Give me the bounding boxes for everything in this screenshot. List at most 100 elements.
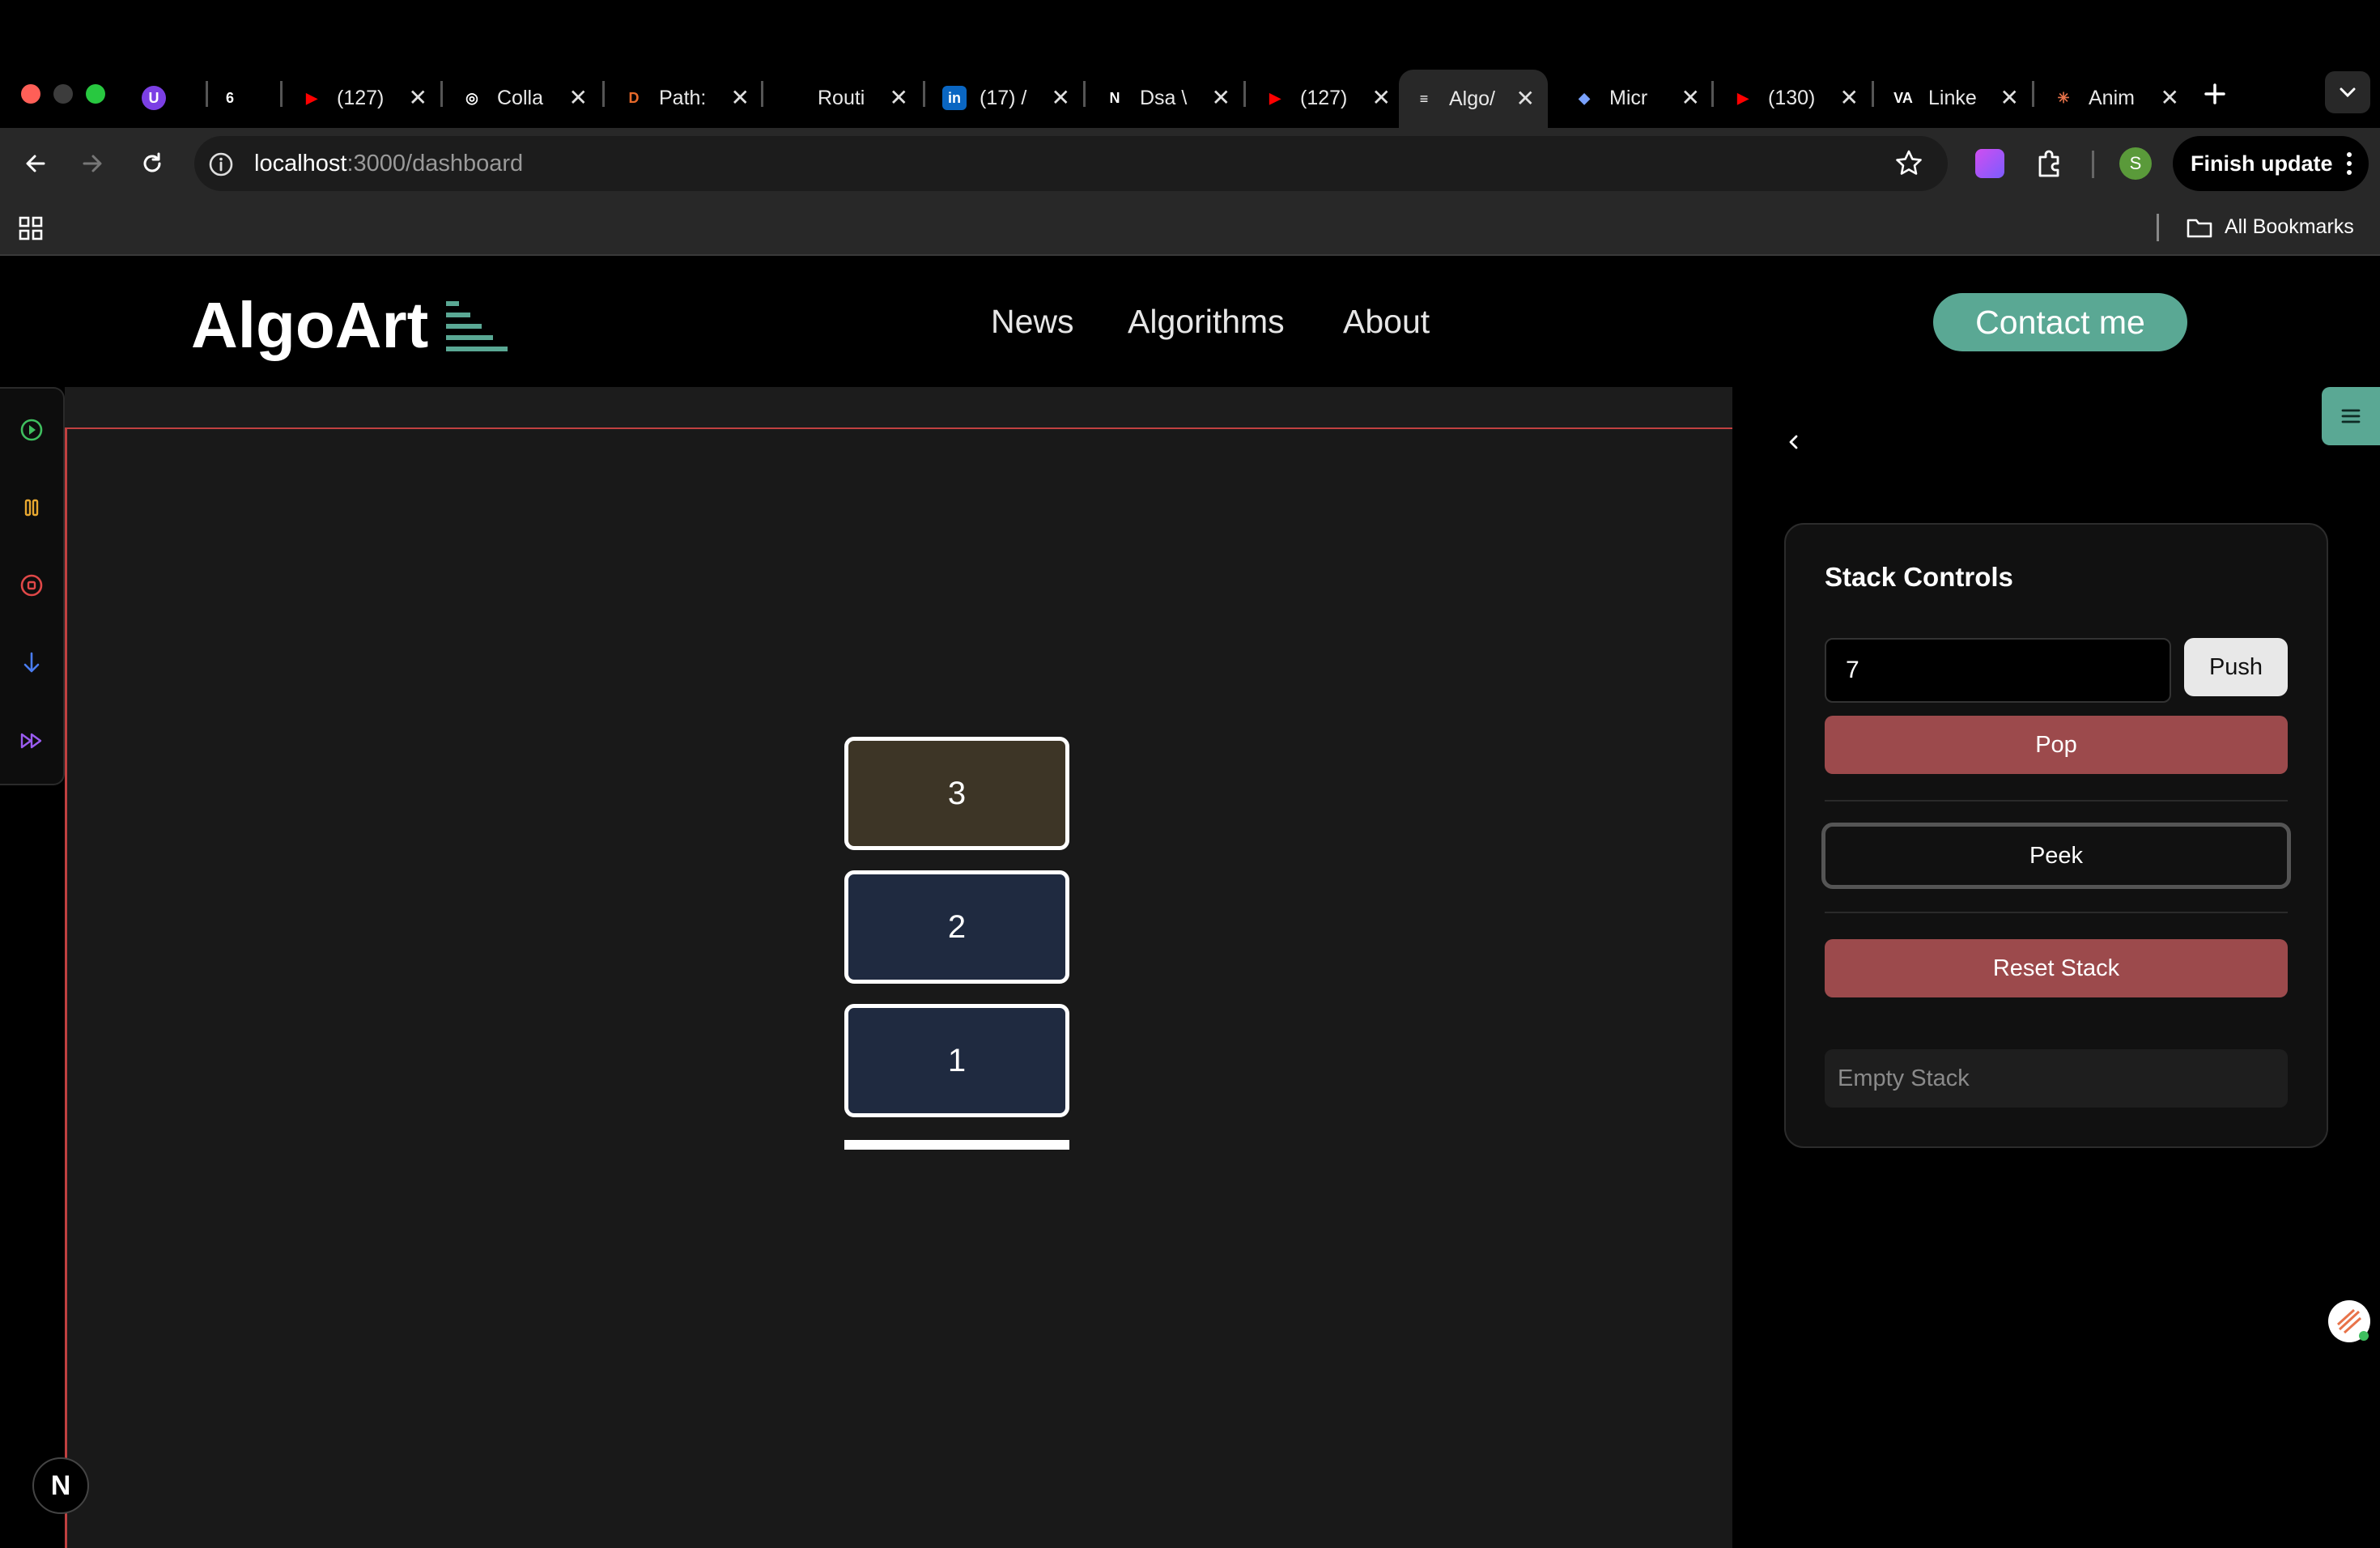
profile-avatar[interactable]: S <box>2119 147 2152 180</box>
all-bookmarks-label: All Bookmarks <box>2225 215 2354 238</box>
back-button[interactable] <box>16 144 55 183</box>
browser-tab[interactable]: ✳ Anim ✕ <box>2038 71 2192 125</box>
all-bookmarks-button[interactable]: All Bookmarks <box>2186 215 2354 239</box>
stack-base <box>844 1140 1069 1150</box>
browser-tab[interactable]: 6 <box>212 71 248 125</box>
close-tab-icon[interactable]: ✕ <box>1372 87 1391 109</box>
tab-title: Dsa \ <box>1140 86 1188 109</box>
bars-logo-icon <box>446 301 508 351</box>
forward-button[interactable] <box>73 144 112 183</box>
step-button[interactable] <box>15 646 49 680</box>
tab-separator <box>1872 81 1874 107</box>
site-info-icon[interactable] <box>207 151 235 178</box>
stack-item: 2 <box>844 870 1069 984</box>
push-value-input[interactable] <box>1825 638 2171 703</box>
tab-title: Anim <box>2089 86 2135 109</box>
browser-tab[interactable]: U <box>136 71 172 125</box>
tab-separator <box>2032 81 2034 107</box>
nav-news[interactable]: News <box>991 303 1074 341</box>
arrow-right-icon <box>83 155 102 172</box>
play-button[interactable] <box>15 413 49 447</box>
stack-item: 3 <box>844 737 1069 850</box>
push-button[interactable]: Push <box>2184 638 2288 696</box>
close-tab-icon[interactable]: ✕ <box>1840 87 1859 109</box>
browser-tab[interactable]: ◆ Micr ✕ <box>1559 71 1713 125</box>
close-tab-icon[interactable]: ✕ <box>569 87 588 109</box>
browser-tab[interactable]: N Dsa \ ✕ <box>1090 71 1243 125</box>
stop-button[interactable] <box>15 568 49 602</box>
reload-button[interactable] <box>133 144 172 183</box>
tab-separator <box>1711 81 1714 107</box>
close-tab-icon[interactable]: ✕ <box>409 87 427 109</box>
logo-text: AlgoArt <box>191 289 429 361</box>
canvas-header <box>65 387 1732 429</box>
menu-toggle-button[interactable] <box>2322 387 2380 445</box>
tab-title: Path: <box>659 86 707 109</box>
minimize-window-button[interactable] <box>53 84 73 104</box>
bookmarks-bar <box>0 199 2380 256</box>
tab-favicon-icon: ▶ <box>1269 89 1281 106</box>
reset-stack-button[interactable]: Reset Stack <box>1825 939 2288 997</box>
close-window-button[interactable] <box>21 84 40 104</box>
stack-item-value: 3 <box>947 775 967 811</box>
browser-tab[interactable]: VA Linke ✕ <box>1878 71 2032 125</box>
close-tab-icon[interactable]: ✕ <box>890 87 908 109</box>
stack-item: 1 <box>844 1004 1069 1117</box>
close-tab-icon[interactable]: ✕ <box>2161 87 2179 109</box>
arrow-down-icon <box>23 652 40 673</box>
extension-icon[interactable] <box>1975 149 2004 178</box>
dev-tools-badge[interactable]: N <box>32 1457 89 1514</box>
bookmark-star-icon[interactable] <box>1891 146 1927 181</box>
fast-forward-button[interactable] <box>15 724 49 758</box>
browser-tab[interactable]: in (17) / ✕ <box>929 71 1083 125</box>
browser-tab[interactable]: ▶ (130) ✕ <box>1718 71 1872 125</box>
finish-update-label: Finish update <box>2191 151 2333 176</box>
tab-title: Micr <box>1609 86 1648 109</box>
nav-algorithms[interactable]: Algorithms <box>1128 303 1285 341</box>
more-vert-icon <box>2346 152 2352 175</box>
close-tab-icon[interactable]: ✕ <box>1516 87 1535 110</box>
close-tab-icon[interactable]: ✕ <box>1052 87 1070 109</box>
canvas-border <box>65 427 67 1548</box>
new-tab-button[interactable] <box>2199 78 2231 110</box>
url-path: :3000/dashboard <box>346 151 524 176</box>
tab-favicon-icon: D <box>628 89 640 106</box>
close-tab-icon[interactable]: ✕ <box>1681 87 1700 109</box>
tab-title: Colla <box>497 86 543 109</box>
apps-grid-icon[interactable] <box>18 215 44 241</box>
tab-title: (127) <box>337 86 385 109</box>
browser-tab[interactable]: D Path: ✕ <box>609 71 763 125</box>
reload-icon <box>143 152 161 172</box>
assistant-icon <box>2331 1303 2369 1341</box>
peek-button[interactable]: Peek <box>1821 823 2291 889</box>
browser-tab[interactable]: ≡ Algo/ ✕ <box>1399 70 1548 128</box>
tab-title: Linke <box>1928 86 1977 109</box>
tab-title: (17) / <box>980 86 1027 109</box>
extensions-puzzle-icon[interactable] <box>2032 146 2068 181</box>
tab-search-button[interactable] <box>2325 71 2370 113</box>
logo[interactable]: AlgoArt <box>191 288 508 363</box>
finish-update-button[interactable]: Finish update <box>2173 136 2369 191</box>
browser-tab[interactable]: ▶ (127) ✕ <box>287 71 440 125</box>
collapse-panel-button[interactable] <box>1778 426 1810 458</box>
close-tab-icon[interactable]: ✕ <box>2000 87 2019 109</box>
pop-button[interactable]: Pop <box>1825 716 2288 774</box>
close-tab-icon[interactable]: ✕ <box>731 87 750 109</box>
pause-button[interactable] <box>15 491 49 525</box>
maximize-window-button[interactable] <box>86 84 105 104</box>
tab-separator <box>923 81 925 107</box>
menu-icon <box>2341 409 2361 423</box>
folder-icon <box>2187 219 2212 237</box>
browser-tab[interactable]: ◎ Colla ✕ <box>447 71 601 125</box>
nav-about[interactable]: About <box>1343 303 1430 341</box>
tab-separator <box>1083 81 1086 107</box>
divider <box>1825 800 2288 802</box>
contact-button[interactable]: Contact me <box>1933 293 2187 351</box>
close-tab-icon[interactable]: ✕ <box>1212 87 1230 109</box>
tab-favicon-icon: U <box>142 86 166 110</box>
browser-tab[interactable]: ▶ (127) ✕ <box>1250 71 1404 125</box>
tab-separator <box>602 81 605 107</box>
browser-tab[interactable]: N Routi ✕ <box>767 71 921 125</box>
tab-favicon-icon: N <box>787 89 798 106</box>
assistant-bubble[interactable] <box>2328 1300 2370 1342</box>
